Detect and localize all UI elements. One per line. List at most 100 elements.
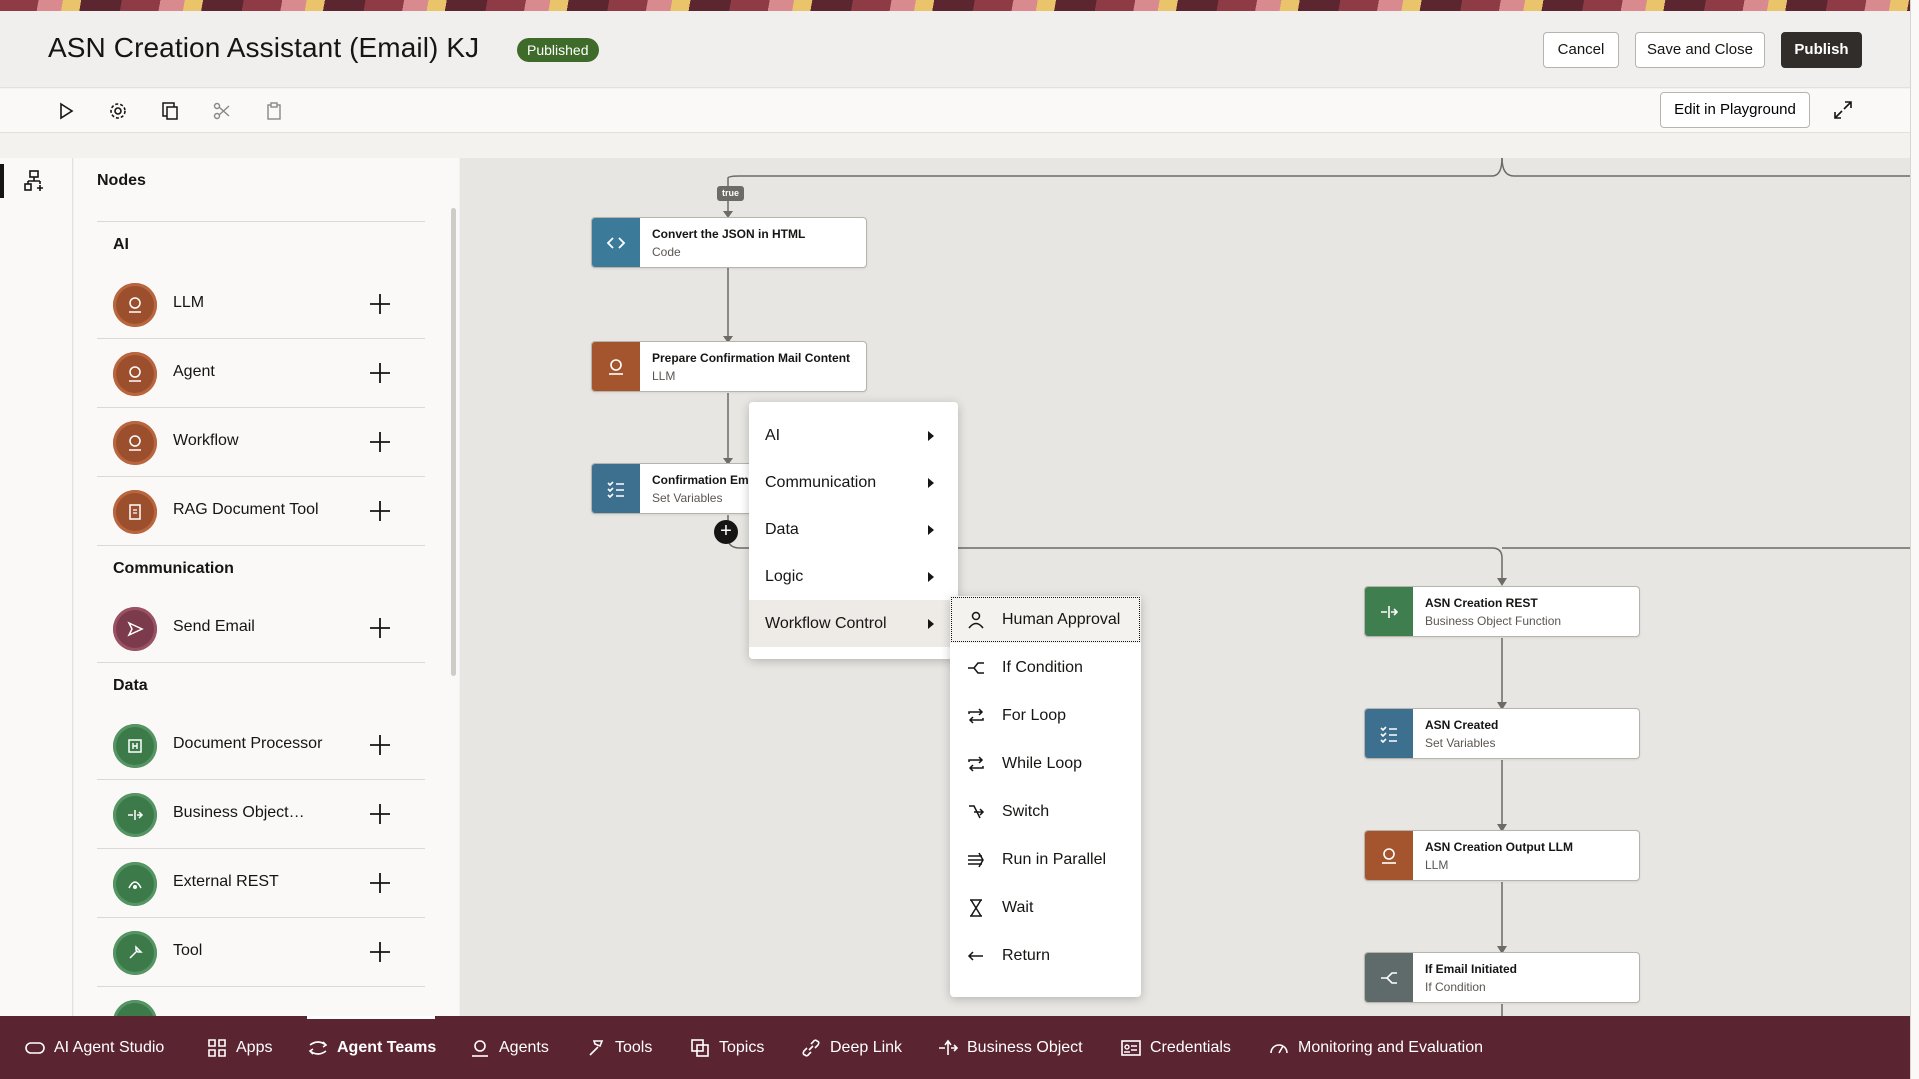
submenu-item-run-in-parallel[interactable]: Run in Parallel xyxy=(950,836,1141,883)
nav-apps[interactable]: Apps xyxy=(206,1016,272,1079)
add-icon[interactable] xyxy=(367,429,393,455)
expand-icon[interactable] xyxy=(1832,99,1856,123)
add-node-button[interactable]: + xyxy=(714,520,738,544)
node-type: LLM xyxy=(652,369,676,383)
menu-item-ai[interactable]: AI xyxy=(749,412,958,459)
grid-icon xyxy=(208,1038,226,1057)
nav-agents[interactable]: Agents xyxy=(469,1016,549,1079)
node-title: Confirmation Em xyxy=(652,473,749,487)
document-icon xyxy=(113,490,157,534)
nav-ai-agent-studio[interactable]: AI Agent Studio xyxy=(24,1016,164,1079)
page-title: ASN Creation Assistant (Email) KJ xyxy=(48,32,480,63)
node-item-tool[interactable]: Tool xyxy=(97,918,425,987)
nav-monitoring-and-evaluation[interactable]: Monitoring and Evaluation xyxy=(1268,1016,1483,1079)
submenu-item-wait[interactable]: Wait xyxy=(950,884,1141,931)
menu-item-workflow-control[interactable]: Workflow Control xyxy=(749,600,958,647)
nav-label: Agents xyxy=(499,1038,549,1056)
node-item-label: Agent xyxy=(173,363,215,380)
nav-deep-link[interactable]: Deep Link xyxy=(800,1016,902,1079)
nav-tools[interactable]: Tools xyxy=(585,1016,652,1079)
node-item-label: Business Object… xyxy=(173,804,305,821)
workflow-node-asn-output-llm[interactable]: ASN Creation Output LLM LLM xyxy=(1364,830,1640,881)
cut-icon[interactable] xyxy=(210,99,234,123)
nav-business-object[interactable]: Business Object xyxy=(937,1016,1083,1079)
add-icon[interactable] xyxy=(367,360,393,386)
node-title: Convert the JSON in HTML xyxy=(652,227,806,241)
menu-item-logic[interactable]: Logic xyxy=(749,553,958,600)
workflow-control-submenu: Human Approval If Condition For Loop Whi… xyxy=(950,596,1141,997)
play-icon[interactable] xyxy=(54,99,78,123)
menu-item-data[interactable]: Data xyxy=(749,506,958,553)
node-type: Set Variables xyxy=(1425,736,1496,750)
menu-item-label: AI xyxy=(765,427,781,444)
business-object-icon xyxy=(1365,587,1413,636)
workflow-node-asn-created[interactable]: ASN Created Set Variables xyxy=(1364,708,1640,759)
node-title: Prepare Confirmation Mail Content xyxy=(652,351,851,365)
cancel-button[interactable]: Cancel xyxy=(1543,32,1619,68)
add-icon[interactable] xyxy=(367,939,393,965)
link-icon xyxy=(802,1038,820,1057)
workflow-node-convert-json[interactable]: Convert the JSON in HTML Code xyxy=(591,217,867,268)
copy-icon[interactable] xyxy=(158,99,182,123)
nav-topics[interactable]: Topics xyxy=(689,1016,764,1079)
workflow-node-prepare-mail[interactable]: Prepare Confirmation Mail Content LLM xyxy=(591,341,867,392)
menu-item-label: Communication xyxy=(765,474,877,491)
nav-label: Monitoring and Evaluation xyxy=(1298,1038,1484,1056)
add-icon[interactable] xyxy=(367,801,393,827)
node-item-agent[interactable]: Agent xyxy=(97,339,425,408)
nodes-icon[interactable] xyxy=(22,168,48,194)
add-icon[interactable] xyxy=(367,870,393,896)
submenu-item-label: For Loop xyxy=(1002,707,1067,724)
topics-icon xyxy=(691,1038,709,1057)
add-icon[interactable] xyxy=(367,732,393,758)
agent-icon xyxy=(113,352,157,396)
paste-icon[interactable] xyxy=(262,99,286,123)
nav-label: Apps xyxy=(236,1038,273,1056)
workflow-node-if-email-initiated[interactable]: If Email Initiated If Condition xyxy=(1364,952,1640,1003)
workflow-node-asn-creation-rest[interactable]: ASN Creation REST Business Object Functi… xyxy=(1364,586,1640,637)
menu-item-communication[interactable]: Communication xyxy=(749,459,958,506)
nav-credentials[interactable]: Credentials xyxy=(1120,1016,1231,1079)
node-item-external-rest[interactable]: External REST xyxy=(97,849,425,918)
node-item-send-email[interactable]: Send Email xyxy=(97,594,425,663)
node-item-label: RAG Document Tool xyxy=(173,501,319,518)
submenu-item-for-loop[interactable]: For Loop xyxy=(950,692,1141,739)
submenu-item-label: If Condition xyxy=(1002,659,1083,676)
checklist-icon xyxy=(592,464,640,513)
save-and-close-button[interactable]: Save and Close xyxy=(1635,32,1765,68)
workflow-canvas[interactable]: true Convert the JSON in HTML Code Prepa… xyxy=(460,158,1910,1016)
menu-item-label: Logic xyxy=(765,568,804,585)
add-icon[interactable] xyxy=(367,498,393,524)
submenu-item-return[interactable]: Return xyxy=(950,932,1141,979)
add-icon[interactable] xyxy=(367,615,393,641)
page-header: ASN Creation Assistant (Email) KJ Publis… xyxy=(0,11,1910,88)
submenu-item-label: Wait xyxy=(1002,899,1034,916)
page-scrollbar[interactable] xyxy=(1910,0,1919,1079)
submenu-item-while-loop[interactable]: While Loop xyxy=(950,740,1141,787)
send-icon xyxy=(113,607,157,651)
node-item-document-processor[interactable]: Document Processor xyxy=(97,711,425,780)
submenu-item-if-condition[interactable]: If Condition xyxy=(950,644,1141,691)
gear-icon[interactable] xyxy=(106,99,130,123)
left-rail xyxy=(0,158,73,1016)
gauge-icon xyxy=(1270,1043,1288,1053)
node-item-rag-document-tool[interactable]: RAG Document Tool xyxy=(97,477,425,546)
decorative-banner xyxy=(0,0,1919,11)
submenu-item-label: Run in Parallel xyxy=(1002,851,1107,868)
team-icon xyxy=(308,1040,328,1055)
node-item-workflow[interactable]: Workflow xyxy=(97,408,425,477)
submenu-item-switch[interactable]: Switch xyxy=(950,788,1141,835)
submenu-item-human-approval[interactable]: Human Approval xyxy=(950,596,1141,643)
external-rest-icon xyxy=(113,862,157,906)
nav-agent-teams[interactable]: Agent Teams xyxy=(307,1016,436,1079)
nodes-panel-scrollbar[interactable] xyxy=(451,208,456,676)
add-icon[interactable] xyxy=(367,291,393,317)
node-item-llm[interactable]: LLM xyxy=(97,270,425,339)
person-icon xyxy=(968,611,984,629)
publish-button[interactable]: Publish xyxy=(1781,32,1862,68)
business-object-icon xyxy=(113,793,157,837)
node-item-business-object[interactable]: Business Object… xyxy=(97,780,425,849)
submenu-item-label: Return xyxy=(1002,947,1051,964)
edit-in-playground-button[interactable]: Edit in Playground xyxy=(1660,92,1810,128)
llm-icon xyxy=(1365,831,1413,880)
